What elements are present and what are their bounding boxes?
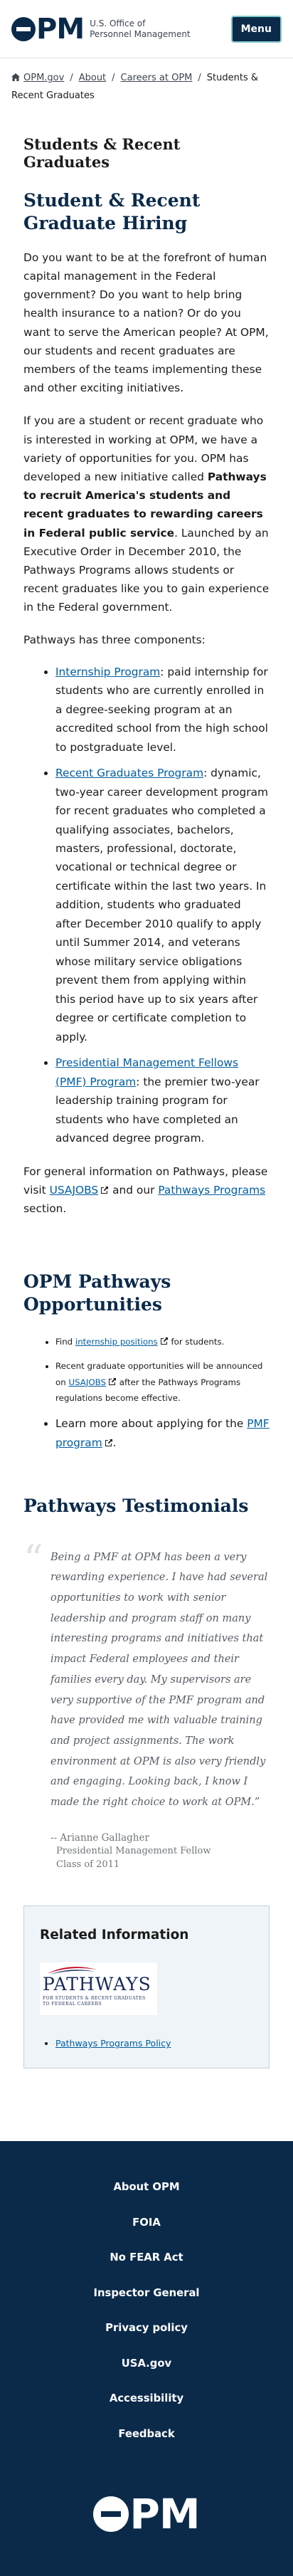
agency-line-2: Personnel Management xyxy=(90,28,191,39)
main-content: Students & Recent Graduates Student & Re… xyxy=(0,135,293,2069)
pathways-paragraph: If you are a student or recent graduate … xyxy=(23,411,270,616)
testimonial-role: Presidential Management Fellow xyxy=(56,1845,211,1856)
menu-button[interactable]: Menu xyxy=(230,15,282,43)
general-info-mid: and our xyxy=(109,1183,159,1197)
related-information-box: Related Information PATHWAYS FOR STUDENT… xyxy=(23,1905,270,2069)
opp-item-1-end: for students. xyxy=(168,1336,225,1347)
footer-link-about-opm[interactable]: About OPM xyxy=(0,2170,293,2205)
external-link-icon xyxy=(160,1337,168,1345)
list-item: Recent graduate opportunities will be an… xyxy=(55,1358,270,1406)
footer-opm-logo[interactable]: PM xyxy=(0,2451,293,2576)
recent-graduates-program-link[interactable]: Recent Graduates Program xyxy=(55,767,203,779)
external-link-icon xyxy=(109,1377,117,1385)
pathways-programs-policy-link[interactable]: Pathways Programs Policy xyxy=(55,2038,171,2049)
internship-program-desc: : paid internship for students who are c… xyxy=(55,665,268,754)
breadcrumb: OPM.gov / About / Careers at OPM / Students & … xyxy=(0,58,293,105)
opp-item-3-end: . xyxy=(112,1436,117,1449)
testimonials-heading: Pathways Testimonials xyxy=(23,1495,249,1517)
internship-positions-link-text: internship positions xyxy=(75,1336,158,1347)
breadcrumb-separator: / xyxy=(198,73,201,83)
footer-logo-mark: PM xyxy=(93,2493,201,2535)
home-icon xyxy=(11,73,20,81)
testimonial-body: Being a PMF at OPM has been a very rewar… xyxy=(50,1546,270,1872)
opm-logo-mark: PM xyxy=(11,15,85,43)
breadcrumb-opm-gov[interactable]: OPM.gov xyxy=(23,73,64,83)
list-item: Recent Graduates Program: dynamic, two-y… xyxy=(55,764,270,1046)
footer-link-inspector-general[interactable]: Inspector General xyxy=(0,2276,293,2311)
list-item: Find internship positions for students. xyxy=(55,1334,270,1350)
internship-positions-link[interactable]: internship positions xyxy=(75,1337,169,1347)
testimonial-author: -- Arianne Gallagher xyxy=(50,1831,149,1844)
footer-logo-o-shape xyxy=(93,2496,129,2532)
related-information-heading: Related Information xyxy=(40,1928,189,1943)
list-item: Learn more about applying for the PMF pr… xyxy=(55,1414,270,1452)
components-intro: Pathways has three components: xyxy=(23,634,206,647)
breadcrumb-separator: / xyxy=(70,73,73,83)
footer-link-privacy-policy[interactable]: Privacy policy xyxy=(0,2310,293,2346)
opm-logo[interactable]: PM U.S. Office of Personnel Management xyxy=(11,15,191,43)
footer-link-feedback[interactable]: Feedback xyxy=(0,2417,293,2452)
pathways-logo-subtitle: FOR STUDENTS & RECENT GRADUATES TO FEDER… xyxy=(43,1996,146,2007)
agency-line-1: U.S. Office of xyxy=(90,19,146,29)
related-links-list: Pathways Programs Policy xyxy=(40,2036,253,2051)
intro-paragraph: Do you want to be at the forefront of hu… xyxy=(23,251,269,395)
pathways-programs-link[interactable]: Pathways Programs xyxy=(158,1184,265,1197)
usajobs-opp-link-text: USAJOBS xyxy=(68,1377,107,1387)
recent-graduates-program-desc: : dynamic, two-year career development p… xyxy=(55,767,268,1043)
usajobs-link-text: USAJOBS xyxy=(49,1183,99,1197)
site-header: PM U.S. Office of Personnel Management M… xyxy=(0,0,293,58)
usajobs-opp-link[interactable]: USAJOBS xyxy=(68,1377,117,1387)
opportunities-list: Find internship positions for students. … xyxy=(23,1334,270,1453)
internship-program-link[interactable]: Internship Program xyxy=(55,666,160,678)
external-link-icon xyxy=(105,1439,112,1446)
breadcrumb-careers[interactable]: Careers at OPM xyxy=(121,73,193,83)
components-list: Internship Program: paid internship for … xyxy=(23,663,270,1148)
list-item: Presidential Management Fellows (PMF) Pr… xyxy=(55,1053,270,1147)
list-item: Internship Program: paid internship for … xyxy=(55,663,270,757)
opm-logo-o-shape xyxy=(11,16,36,41)
footer-link-no-fear-act[interactable]: No FEAR Act xyxy=(0,2240,293,2276)
page-title: Students & Recent Graduates xyxy=(23,135,181,172)
agency-name: U.S. Office of Personnel Management xyxy=(90,19,191,39)
breadcrumb-separator: / xyxy=(112,73,115,83)
opp-item-1-start: Find xyxy=(55,1336,75,1347)
quote-icon: “ xyxy=(23,1536,43,1582)
general-info-end: section. xyxy=(23,1202,67,1216)
list-item: Pathways Programs Policy xyxy=(55,2036,253,2051)
site-footer: About OPM FOIA No FEAR Act Inspector Gen… xyxy=(0,2141,293,2576)
external-link-icon xyxy=(101,1186,109,1194)
usajobs-link[interactable]: USAJOBS xyxy=(50,1184,110,1197)
pathways-logo: PATHWAYS FOR STUDENTS & RECENT GRADUATES… xyxy=(40,1962,157,2016)
footer-link-foia[interactable]: FOIA xyxy=(0,2205,293,2241)
testimonial-class: Class of 2011 xyxy=(56,1859,120,1870)
footer-link-accessibility[interactable]: Accessibility xyxy=(0,2381,293,2417)
testimonial-quote: Being a PMF at OPM has been a very rewar… xyxy=(50,1551,268,1809)
breadcrumb-about[interactable]: About xyxy=(79,73,106,83)
hiring-heading: Student & Recent Graduate Hiring xyxy=(23,190,201,233)
opportunities-heading: OPM Pathways Opportunities xyxy=(23,1271,171,1315)
footer-link-usa-gov[interactable]: USA.gov xyxy=(0,2346,293,2382)
pathways-swoosh-icon xyxy=(47,1967,97,1975)
testimonial: “ Being a PMF at OPM has been a very rew… xyxy=(23,1536,270,1872)
general-info-paragraph: For general information on Pathways, ple… xyxy=(23,1162,270,1219)
opp-item-3-start: Learn more about applying for the xyxy=(55,1417,247,1431)
pathways-logo-word: PATHWAYS xyxy=(43,1974,151,1995)
